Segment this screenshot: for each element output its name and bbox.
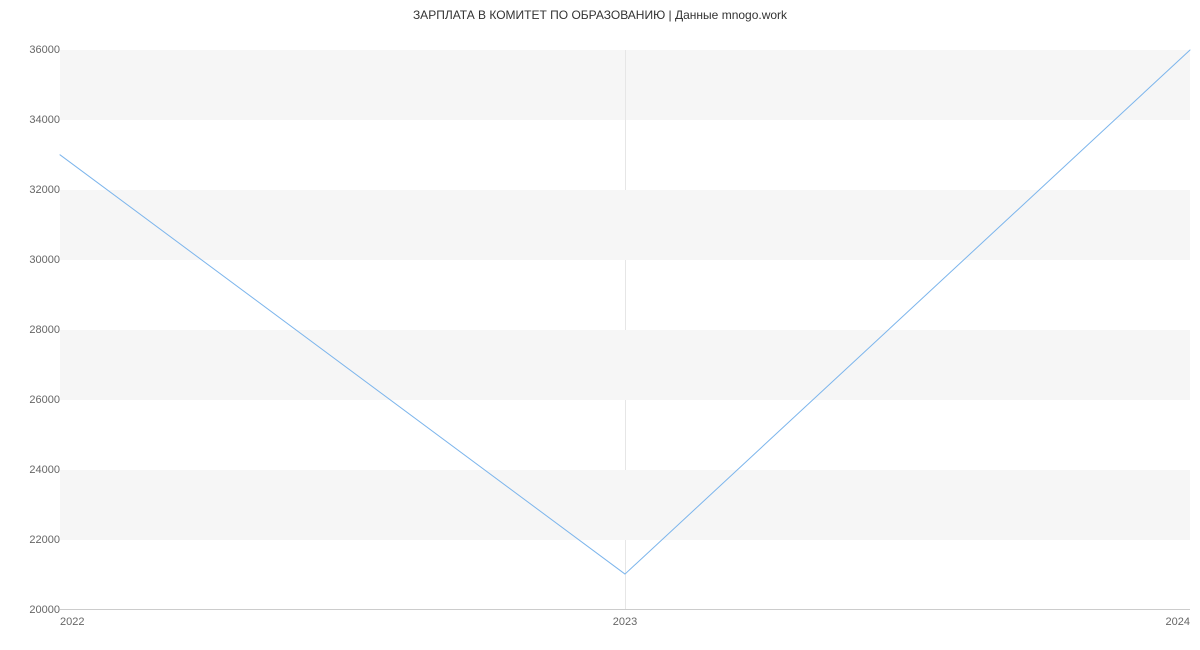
plot-inner bbox=[60, 50, 1190, 610]
y-tick-label: 22000 bbox=[10, 534, 60, 546]
chart-title: ЗАРПЛАТА В КОМИТЕТ ПО ОБРАЗОВАНИЮ | Данн… bbox=[0, 0, 1200, 22]
line-layer bbox=[60, 50, 1190, 609]
x-tick-label: 2023 bbox=[613, 616, 637, 628]
x-tick-label: 2024 bbox=[1166, 616, 1190, 628]
y-tick-label: 24000 bbox=[10, 464, 60, 476]
series-line bbox=[60, 50, 1190, 574]
y-tick-label: 36000 bbox=[10, 44, 60, 56]
y-tick-label: 26000 bbox=[10, 394, 60, 406]
y-tick-label: 32000 bbox=[10, 184, 60, 196]
chart-container: ЗАРПЛАТА В КОМИТЕТ ПО ОБРАЗОВАНИЮ | Данн… bbox=[0, 0, 1200, 650]
y-tick-label: 28000 bbox=[10, 324, 60, 336]
y-tick-label: 34000 bbox=[10, 114, 60, 126]
y-tick-label: 20000 bbox=[10, 604, 60, 616]
y-tick-label: 30000 bbox=[10, 254, 60, 266]
x-tick-label: 2022 bbox=[60, 616, 84, 628]
plot-area bbox=[60, 50, 1190, 610]
